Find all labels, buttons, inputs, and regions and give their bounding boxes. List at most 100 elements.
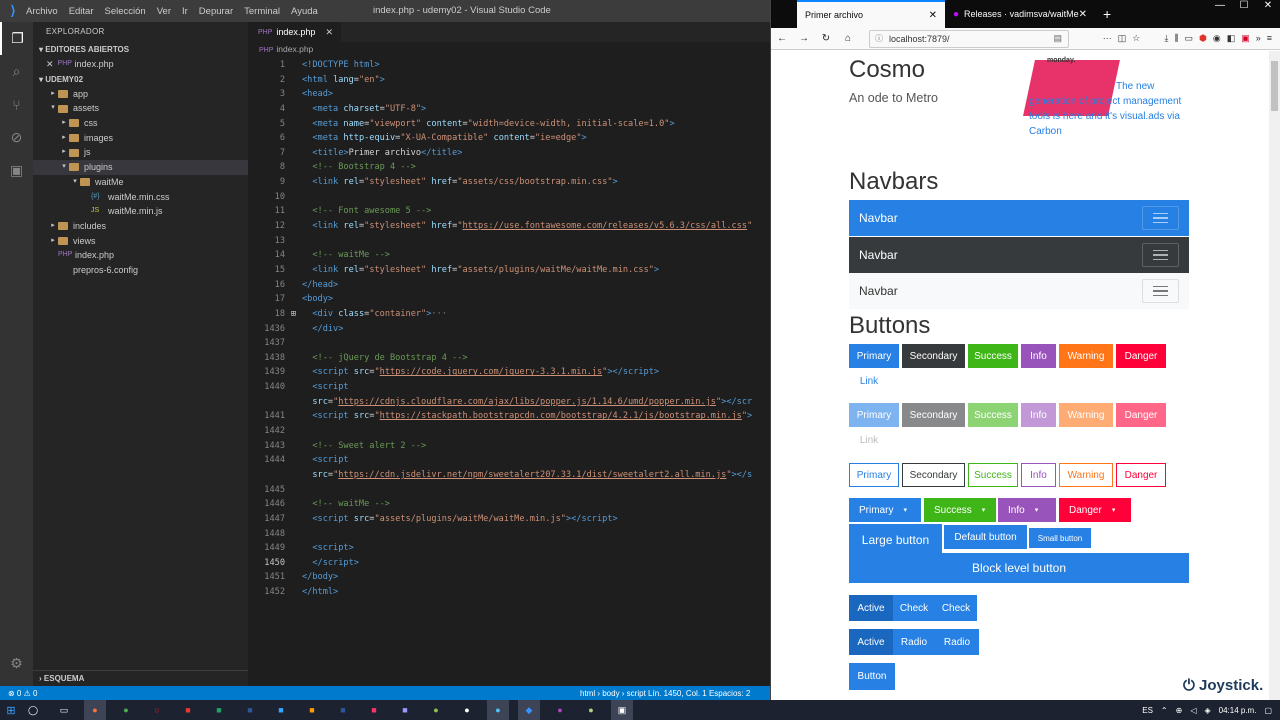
code-line[interactable]: 17 <body> xyxy=(248,292,770,307)
btn-link[interactable]: Link xyxy=(849,369,889,393)
app2-icon[interactable]: ● xyxy=(487,700,509,720)
reader-icon[interactable]: ▤ xyxy=(1053,33,1062,44)
more-icon[interactable]: ··· xyxy=(1103,33,1112,44)
tree-item[interactable]: ▸ images xyxy=(33,131,248,146)
code-line[interactable]: 5 <meta name="viewport" content="width=d… xyxy=(248,117,770,132)
library-icon[interactable]: ⫼ xyxy=(1174,33,1178,44)
btn-warning[interactable]: Warning xyxy=(1059,344,1113,368)
network-icon[interactable]: ⊕ xyxy=(1176,706,1183,715)
btn-large[interactable]: Large button xyxy=(849,524,942,556)
menu-terminal[interactable]: Terminal xyxy=(244,6,280,17)
btn-outline-success[interactable]: Success xyxy=(968,463,1018,487)
code-line[interactable]: 1451 </body> xyxy=(248,570,770,585)
fold-gutter[interactable] xyxy=(285,497,302,512)
navbar-brand[interactable]: Navbar xyxy=(859,211,898,225)
fold-gutter[interactable] xyxy=(285,160,302,175)
caret-down-icon[interactable]: ▾ xyxy=(903,506,907,514)
fold-gutter[interactable] xyxy=(285,102,302,117)
scrollbar-thumb[interactable] xyxy=(1271,61,1278,111)
tree-item[interactable]: prepros-6.config xyxy=(33,263,248,278)
fold-gutter[interactable] xyxy=(285,483,302,498)
url-bar[interactable]: ⓘ localhost:7879/ ▤ xyxy=(869,29,1069,48)
tree-item[interactable]: ▸ includes xyxy=(33,219,248,234)
vscode-icon[interactable]: ◆ xyxy=(518,700,540,720)
fold-gutter[interactable] xyxy=(285,336,302,351)
split-danger[interactable]: Danger ▾ xyxy=(1059,498,1131,522)
folder-icon[interactable]: ▭ xyxy=(53,700,75,720)
fold-gutter[interactable] xyxy=(285,292,302,307)
code-line[interactable]: 15 <link rel="stylesheet" href="assets/p… xyxy=(248,263,770,278)
caret-down-icon[interactable]: ▾ xyxy=(982,506,986,514)
menu-depurar[interactable]: Depurar xyxy=(199,6,233,17)
language-indicator[interactable]: ES xyxy=(1142,706,1153,715)
code-editor[interactable]: 1 <!DOCTYPE html> 2 <html lang="en"> 3 <head>… xyxy=(248,58,770,600)
close-icon[interactable]: ✕ xyxy=(1079,9,1087,20)
btn-small[interactable]: Small button xyxy=(1029,528,1091,548)
info-icon[interactable]: ⓘ xyxy=(875,33,883,44)
fold-gutter[interactable] xyxy=(285,585,302,600)
close-icon[interactable]: ✕ xyxy=(929,10,937,21)
code-line[interactable]: 10 xyxy=(248,190,770,205)
firefox-icon[interactable]: ● xyxy=(84,700,106,720)
code-line[interactable]: 12 <link rel="stylesheet" href="https://… xyxy=(248,219,770,234)
tree-item[interactable]: ▸ js xyxy=(33,145,248,160)
excel-icon[interactable]: ■ xyxy=(208,700,230,720)
hamburger-menu-icon[interactable]: ≡ xyxy=(1267,33,1272,44)
code-line[interactable]: 1449 <script> xyxy=(248,541,770,556)
reload-icon[interactable]: ↻ xyxy=(815,33,837,44)
fold-gutter[interactable] xyxy=(285,453,302,468)
chevron-down-icon[interactable]: ▾ xyxy=(70,175,80,190)
word-icon[interactable]: ■ xyxy=(239,700,261,720)
btn-primary-disabled[interactable]: Primary xyxy=(849,403,899,427)
fold-gutter[interactable] xyxy=(285,190,302,205)
close-window-icon[interactable]: ✕ xyxy=(1256,0,1280,11)
hd-icon[interactable]: ◉ xyxy=(1213,33,1221,44)
close-icon[interactable]: ✕ xyxy=(46,57,54,72)
navbar-brand[interactable]: Navbar xyxy=(859,284,898,298)
code-line[interactable]: 1452 </html> xyxy=(248,585,770,600)
fold-gutter[interactable] xyxy=(285,146,302,161)
new-tab-button[interactable]: + xyxy=(1103,6,1111,22)
code-line[interactable]: 4 <meta charset="UTF-8"> xyxy=(248,102,770,117)
open-editors-section[interactable]: ▾ EDITORES ABIERTOS xyxy=(33,42,248,57)
code-line[interactable]: 1445 xyxy=(248,483,770,498)
maximize-icon[interactable]: ☐ xyxy=(1232,0,1256,11)
code-line[interactable]: 1436 </div> xyxy=(248,322,770,337)
code-line[interactable]: 11 <!-- Font awesome 5 --> xyxy=(248,204,770,219)
menu-ir[interactable]: Ir xyxy=(182,6,188,17)
close-icon[interactable]: ✕ xyxy=(325,27,333,38)
caret-down-icon[interactable]: ▾ xyxy=(1112,506,1116,514)
fold-gutter[interactable] xyxy=(285,439,302,454)
fold-gutter[interactable] xyxy=(285,322,302,337)
tree-item[interactable]: {#} waitMe.min.css xyxy=(33,190,248,205)
fold-gutter[interactable] xyxy=(285,512,302,527)
fold-gutter[interactable] xyxy=(285,570,302,585)
code-line[interactable]: 1439 <script src="https://code.jquery.co… xyxy=(248,365,770,380)
fold-gutter[interactable] xyxy=(285,204,302,219)
code-line[interactable]: 18 ⊞ <div class="container">··· xyxy=(248,307,770,322)
fold-gutter[interactable] xyxy=(285,131,302,146)
btn-info[interactable]: Info xyxy=(1021,344,1056,368)
menu-selección[interactable]: Selección xyxy=(105,6,146,17)
fold-gutter[interactable] xyxy=(285,248,302,263)
code-line[interactable]: 13 xyxy=(248,234,770,249)
fold-gutter[interactable] xyxy=(285,87,302,102)
menu-ver[interactable]: Ver xyxy=(157,6,171,17)
home-icon[interactable]: ⌂ xyxy=(837,33,859,44)
source-control-icon[interactable]: ⑂ xyxy=(0,88,33,121)
code-line[interactable]: 1447 <script src="assets/plugins/waitMe/… xyxy=(248,512,770,527)
fold-gutter[interactable] xyxy=(285,234,302,249)
btn-outline-danger[interactable]: Danger xyxy=(1116,463,1166,487)
search-icon[interactable]: ⌕ xyxy=(0,55,33,88)
fold-gutter[interactable] xyxy=(285,175,302,190)
open-editor-item[interactable]: ✕ PHP index.php xyxy=(33,57,248,72)
tree-item[interactable]: ▸ app xyxy=(33,87,248,102)
indesign-icon[interactable]: ■ xyxy=(363,700,385,720)
tree-item[interactable]: ▾ plugins xyxy=(33,160,248,175)
btn-outline-primary[interactable]: Primary xyxy=(849,463,899,487)
btn-danger[interactable]: Danger xyxy=(1116,344,1166,368)
fold-gutter[interactable] xyxy=(285,73,302,88)
menu-ayuda[interactable]: Ayuda xyxy=(291,6,318,17)
fold-gutter[interactable] xyxy=(285,219,302,234)
tree-item[interactable]: ▸ views xyxy=(33,234,248,249)
